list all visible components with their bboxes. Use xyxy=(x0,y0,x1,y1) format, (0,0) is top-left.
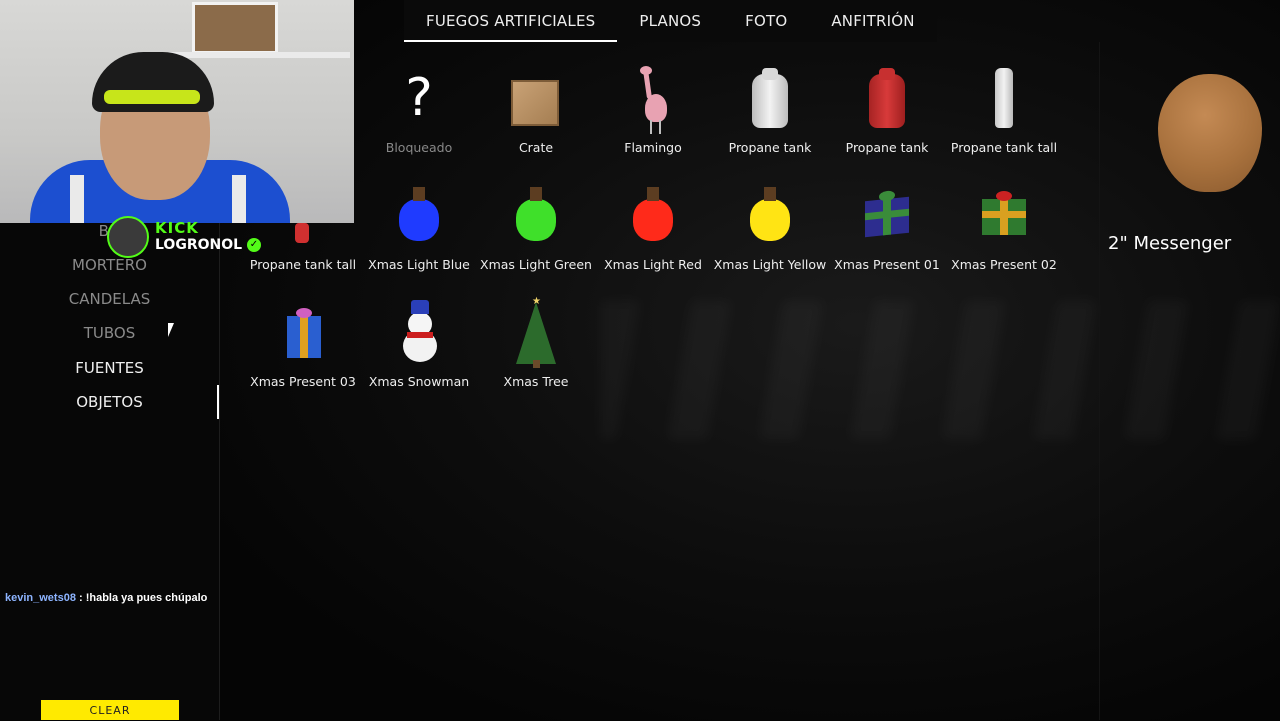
item-label: Xmas Snowman xyxy=(368,374,470,389)
xmas-present-01-icon xyxy=(829,181,945,257)
tab-foto[interactable]: FOTO xyxy=(723,0,809,42)
item-xmas-light-yellow[interactable]: Xmas Light Yellow xyxy=(712,181,828,272)
tab-fuegos-artificiales[interactable]: FUEGOS ARTIFICIALES xyxy=(404,0,618,42)
item-xmas-present-02[interactable]: Xmas Present 02 xyxy=(946,181,1062,272)
xmas-light-green-icon xyxy=(478,181,594,257)
category-candelas[interactable]: CANDELAS xyxy=(0,290,219,308)
streamer-name: LOGRONOL xyxy=(155,237,243,253)
xmas-light-yellow-icon xyxy=(712,181,828,257)
tab-planos[interactable]: PLANOS xyxy=(617,0,723,42)
messenger-shell-icon xyxy=(1158,74,1262,192)
item-xmas-snowman[interactable]: Xmas Snowman xyxy=(361,298,477,389)
preview-item-name: 2" Messenger xyxy=(1108,233,1232,254)
chat-text: : !habla ya pues chúpalo xyxy=(75,592,208,604)
xmas-present-02-icon xyxy=(946,181,1062,257)
category-objetos[interactable]: OBJETOS xyxy=(0,393,219,411)
propane-tank-tall-icon xyxy=(946,64,1062,140)
active-category-indicator xyxy=(217,385,219,419)
clear-button[interactable]: CLEAR xyxy=(41,700,179,720)
item-xmas-present-03[interactable]: Xmas Present 03 xyxy=(245,298,361,389)
item-propane-tank-tall[interactable]: Propane tank tall xyxy=(946,64,1062,155)
item-label: Propane tank tall xyxy=(249,257,357,272)
xmas-light-red-icon xyxy=(595,181,711,257)
category-fuentes[interactable]: FUENTES xyxy=(0,359,219,377)
wall-shelf xyxy=(160,52,350,58)
chat-message: kevin_wets08 : !habla ya pues chúpalo xyxy=(5,592,207,604)
preview-separator xyxy=(1099,42,1100,720)
item-label: Xmas Present 02 xyxy=(951,257,1057,272)
shirt-stripe xyxy=(70,175,84,223)
mouse-cursor-icon xyxy=(168,323,174,337)
item-bloqueado[interactable]: ? Bloqueado xyxy=(361,64,477,155)
item-xmas-light-green[interactable]: Xmas Light Green xyxy=(478,181,594,272)
category-tubos[interactable]: TUBOS xyxy=(0,324,219,342)
item-propane-tank-red[interactable]: Propane tank xyxy=(829,64,945,155)
flamingo-icon xyxy=(595,64,711,140)
item-label: Propane tank xyxy=(728,140,812,155)
scene-floor xyxy=(600,300,1280,440)
streamer-avatar xyxy=(107,216,149,258)
crate-icon xyxy=(478,64,594,140)
item-propane-tank-tall-2[interactable]: Propane tank tall xyxy=(245,181,361,272)
item-xmas-present-01[interactable]: Xmas Present 01 xyxy=(829,181,945,272)
cap-visor xyxy=(104,90,200,104)
item-label: Xmas Light Yellow xyxy=(713,257,827,272)
item-label: Flamingo xyxy=(624,140,682,155)
item-label: Xmas Present 03 xyxy=(250,374,356,389)
snowman-icon xyxy=(361,298,477,374)
top-tab-bar: FUEGOS ARTIFICIALES PLANOS FOTO ANFITRIÓ… xyxy=(404,0,937,42)
item-flamingo[interactable]: Flamingo xyxy=(595,64,711,155)
chat-username: kevin_wets08 xyxy=(5,592,76,604)
item-label: Xmas Light Blue xyxy=(368,257,470,272)
item-label: Bloqueado xyxy=(385,140,453,155)
propane-tank-tall-red-icon xyxy=(245,181,361,257)
tab-anfitrion[interactable]: ANFITRIÓN xyxy=(809,0,936,42)
propane-tank-red-icon xyxy=(829,64,945,140)
item-xmas-tree[interactable]: ★ Xmas Tree xyxy=(478,296,594,389)
xmas-light-blue-icon xyxy=(361,181,477,257)
item-label: Propane tank tall xyxy=(950,140,1058,155)
item-xmas-light-blue[interactable]: Xmas Light Blue xyxy=(361,181,477,272)
item-label: Xmas Present 01 xyxy=(834,257,940,272)
question-mark-icon: ? xyxy=(405,68,433,128)
item-label: Xmas Light Green xyxy=(480,257,592,272)
item-label: Xmas Tree xyxy=(503,374,569,389)
streamer-badge: KICK LOGRONOL ✓ xyxy=(107,216,261,258)
propane-tank-white-icon xyxy=(712,64,828,140)
item-label: Crate xyxy=(518,140,554,155)
item-propane-tank[interactable]: Propane tank xyxy=(712,64,828,155)
item-label: Xmas Light Red xyxy=(604,257,702,272)
category-mortero[interactable]: MORTERO xyxy=(0,256,219,274)
xmas-tree-icon: ★ xyxy=(478,296,594,374)
xmas-present-03-icon xyxy=(245,298,361,374)
wall-picture xyxy=(192,2,278,54)
item-crate[interactable]: Crate xyxy=(478,64,594,155)
item-label: Propane tank xyxy=(845,140,929,155)
kick-logo: KICK xyxy=(155,219,199,237)
item-xmas-light-red[interactable]: Xmas Light Red xyxy=(595,181,711,272)
